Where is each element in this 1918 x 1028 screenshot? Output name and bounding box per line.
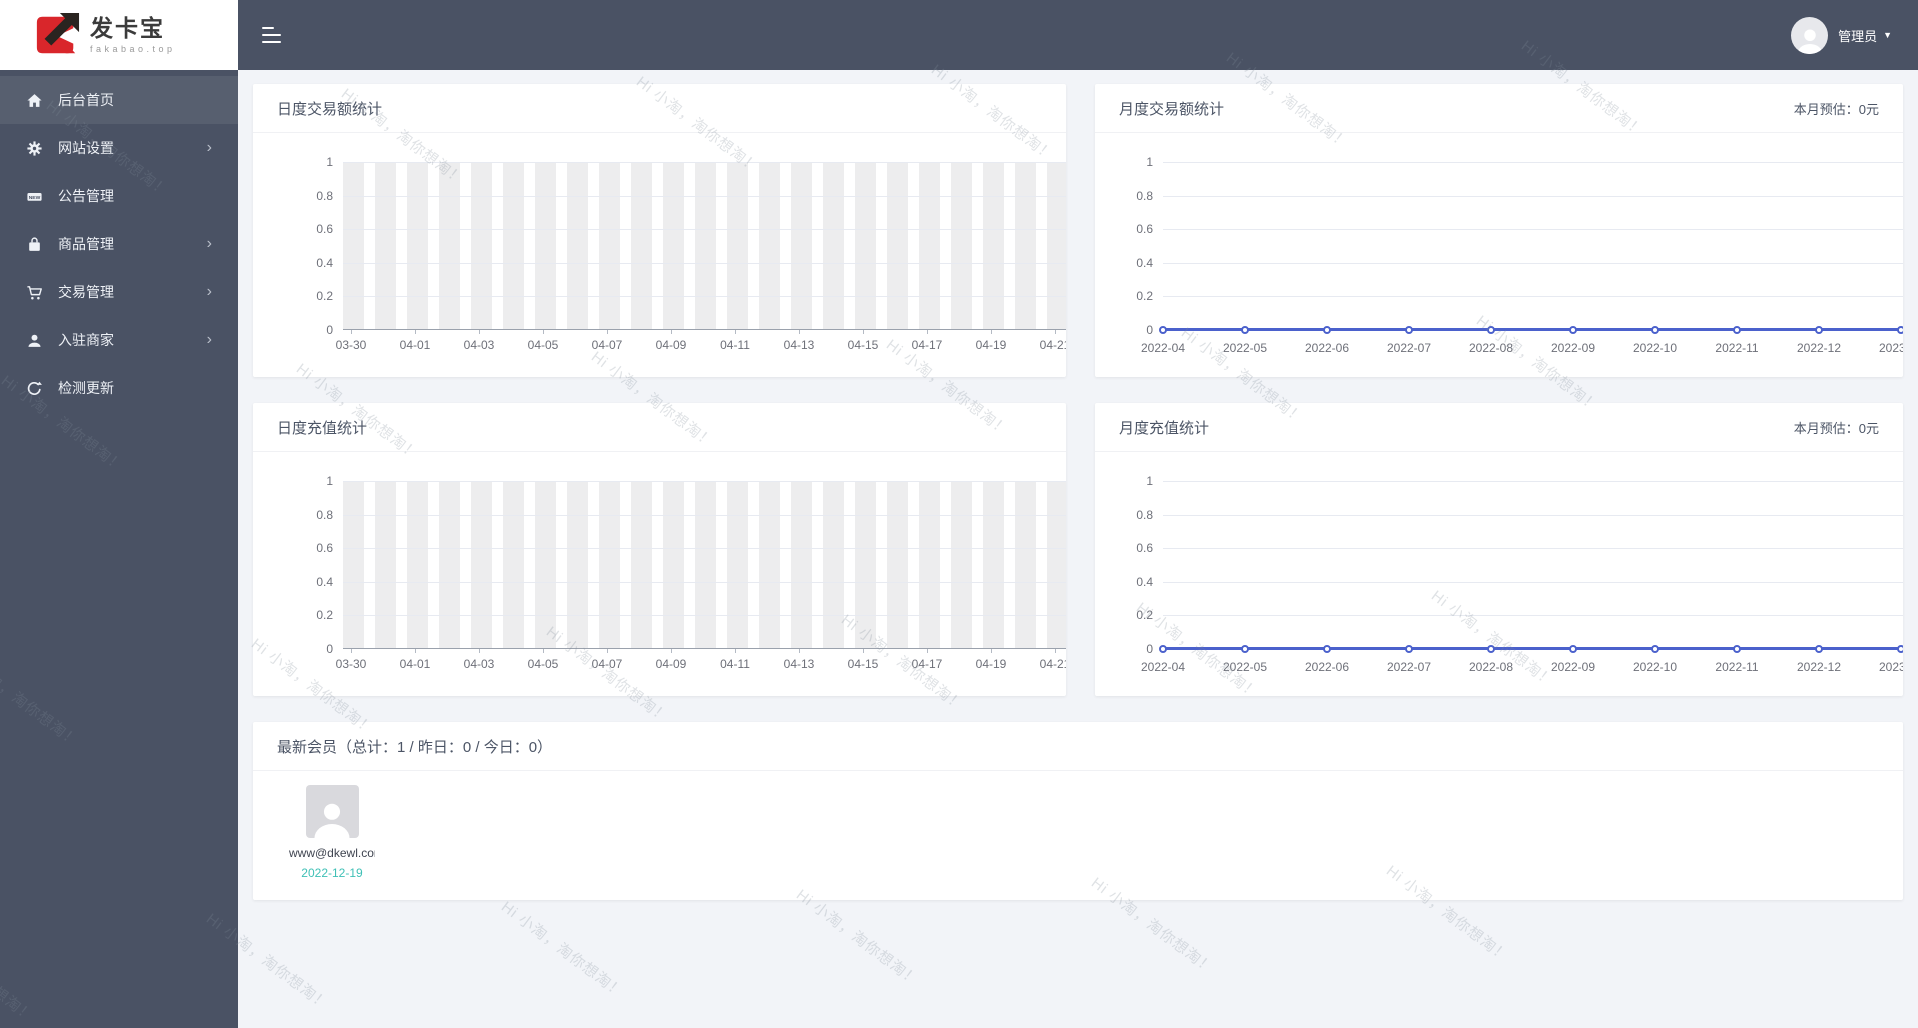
data-point [1569,326,1577,334]
x-axis-labels: 03-30 04-01 04-03 04-05 04-07 04-09 04-11 04-13… [319,330,1066,352]
chevron-right-icon: › [206,331,212,348]
plot-area: 2022-04 2022-05 2022-06 2022-07 2022-08 2022-… [1141,481,1903,674]
brand-domain: fakabao.top [90,43,176,54]
member-card[interactable]: www@dkewl.com 2022-12-19 [277,785,387,880]
y-axis-labels: 1 0.8 0.6 0.4 0.2 0 [1136,474,1153,656]
member-email: www@dkewl.com [289,846,375,860]
sidebar-item-label: 检测更新 [58,380,114,396]
sidebar-menu: 后台首页 网站设置 › NEW 公告管理 商品管理 › 交易管理 › 入驻商家 … [0,70,238,412]
brand-name: 发卡宝 [90,15,165,42]
home-icon [24,90,44,110]
panel-monthly-recharge: 月度充值统计 本月预估：0元 1 0.8 0.6 0.4 0.2 0 2022-… [1095,403,1903,696]
sidebar-item-label: 交易管理 [58,284,114,300]
data-point [1815,645,1823,653]
panel-title: 月度交易额统计 [1119,100,1225,118]
data-point [1733,645,1741,653]
category-split-area [343,481,1066,649]
sidebar-item-label: 入驻商家 [58,332,114,348]
data-point [1405,645,1413,653]
panel-monthly-trade: 月度交易额统计 本月预估：0元 1 0.8 0.6 0.4 0.2 0 2022… [1095,84,1903,377]
chevron-down-icon: ▼ [1883,30,1892,40]
data-point [1569,645,1577,653]
sidebar: 发卡宝 fakabao.top 后台首页 网站设置 › NEW 公告管理 商品管… [0,0,238,1028]
watermark-text: Hi 小淘，淘你想淘！ [497,898,628,1002]
panel-latest-members: 最新会员（总计：1 / 昨日：0 / 今日：0） www@dkewl.com 2… [253,722,1903,900]
y-axis-labels: 1 0.8 0.6 0.4 0.2 0 [1136,155,1153,337]
data-point [1651,645,1659,653]
panel-title: 最新会员（总计：1 / 昨日：0 / 今日：0） [277,738,553,756]
monthly-estimate: 本月预估：0元 [1793,420,1879,436]
monthly-recharge-chart[interactable]: 1 0.8 0.6 0.4 0.2 0 2022-04 2022-05 2022-0… [1095,452,1903,696]
svg-text:NEW: NEW [28,194,40,200]
panel-title: 月度充值统计 [1119,419,1210,437]
user-avatar [1791,16,1829,54]
data-point [1815,326,1823,334]
panel-daily-recharge: 日度充值统计 1 0.8 0.6 0.4 0.2 0 03-30 04-01 04-… [253,403,1066,696]
user-menu[interactable]: 管理员 ▼ [1791,16,1892,54]
sidebar-item-trades[interactable]: 交易管理 › [0,268,238,316]
sidebar-item-check-update[interactable]: 检测更新 [0,364,238,412]
cart-icon [24,282,44,302]
series-points-and-labels: 2022-04 2022-05 2022-06 2022-07 2022-08 2022-… [1122,645,1903,674]
panel-daily-trade: 日度交易额统计 1 0.8 0.6 0.4 0.2 0 03-30 04-01 04… [253,84,1066,377]
plot-area: 2022-04 2022-05 2022-06 2022-07 2022-08 2022-… [1141,162,1903,355]
user-name: 管理员 [1838,28,1878,44]
category-split-area [343,162,1066,330]
monthly-estimate: 本月预估：0元 [1793,101,1879,117]
member-register-date: 2022-12-19 [301,866,363,880]
refresh-icon [24,378,44,398]
plot-area: 03-30 04-01 04-03 04-05 04-07 04-09 04-11 04-13… [336,481,1066,671]
sidebar-item-products[interactable]: 商品管理 › [0,220,238,268]
sidebar-item-label: 后台首页 [58,92,114,108]
data-point [1897,645,1903,653]
sidebar-toggle-button[interactable] [262,27,284,43]
data-point [1487,326,1495,334]
chevron-right-icon: › [206,139,212,156]
panel-title: 日度充值统计 [277,419,368,437]
data-point [1159,645,1167,653]
data-point [1897,326,1903,334]
plot-area: 03-30 04-01 04-03 04-05 04-07 04-09 04-11 04-13… [336,162,1066,352]
data-point [1241,326,1249,334]
chevron-right-icon: › [206,283,212,300]
admin-dashboard: 发卡宝 fakabao.top 后台首页 网站设置 › NEW 公告管理 商品管… [0,0,1918,1028]
data-point [1405,326,1413,334]
data-point [1241,645,1249,653]
gear-icon [24,138,44,158]
y-axis-labels: 1 0.8 0.6 0.4 0.2 0 [316,155,333,337]
monthly-trade-chart[interactable]: 1 0.8 0.6 0.4 0.2 0 2022-04 2022-05 2022-0… [1095,133,1903,377]
sidebar-item-label: 商品管理 [58,236,114,252]
new-badge-icon: NEW [24,186,44,206]
merchant-user-icon [24,330,44,350]
panel-title: 日度交易额统计 [277,100,383,118]
data-point [1487,645,1495,653]
sidebar-item-label: 网站设置 [58,140,114,156]
data-point [1733,326,1741,334]
series-points-and-labels: 2022-04 2022-05 2022-06 2022-07 2022-08 2022-… [1122,326,1903,355]
daily-recharge-chart[interactable]: 1 0.8 0.6 0.4 0.2 0 03-30 04-01 04-03 04-05… [253,452,1066,696]
data-point [1323,645,1331,653]
member-avatar [305,785,359,838]
sidebar-item-site-settings[interactable]: 网站设置 › [0,124,238,172]
data-point [1651,326,1659,334]
brand-logo-icon [36,12,80,54]
x-axis-labels: 03-30 04-01 04-03 04-05 04-07 04-09 04-11 04-13… [319,649,1066,671]
topbar: 管理员 ▼ [238,0,1918,70]
sidebar-item-label: 公告管理 [58,188,114,204]
data-point [1323,326,1331,334]
sidebar-item-announcements[interactable]: NEW 公告管理 [0,172,238,220]
bag-icon [24,234,44,254]
daily-trade-chart[interactable]: 1 0.8 0.6 0.4 0.2 0 03-30 04-01 04-03 04-05… [253,133,1066,377]
sidebar-item-merchants[interactable]: 入驻商家 › [0,316,238,364]
sidebar-item-dashboard[interactable]: 后台首页 [0,76,238,124]
chevron-right-icon: › [206,235,212,252]
data-point [1159,326,1167,334]
y-axis-labels: 1 0.8 0.6 0.4 0.2 0 [316,474,333,656]
brand-logo[interactable]: 发卡宝 fakabao.top [0,0,238,70]
